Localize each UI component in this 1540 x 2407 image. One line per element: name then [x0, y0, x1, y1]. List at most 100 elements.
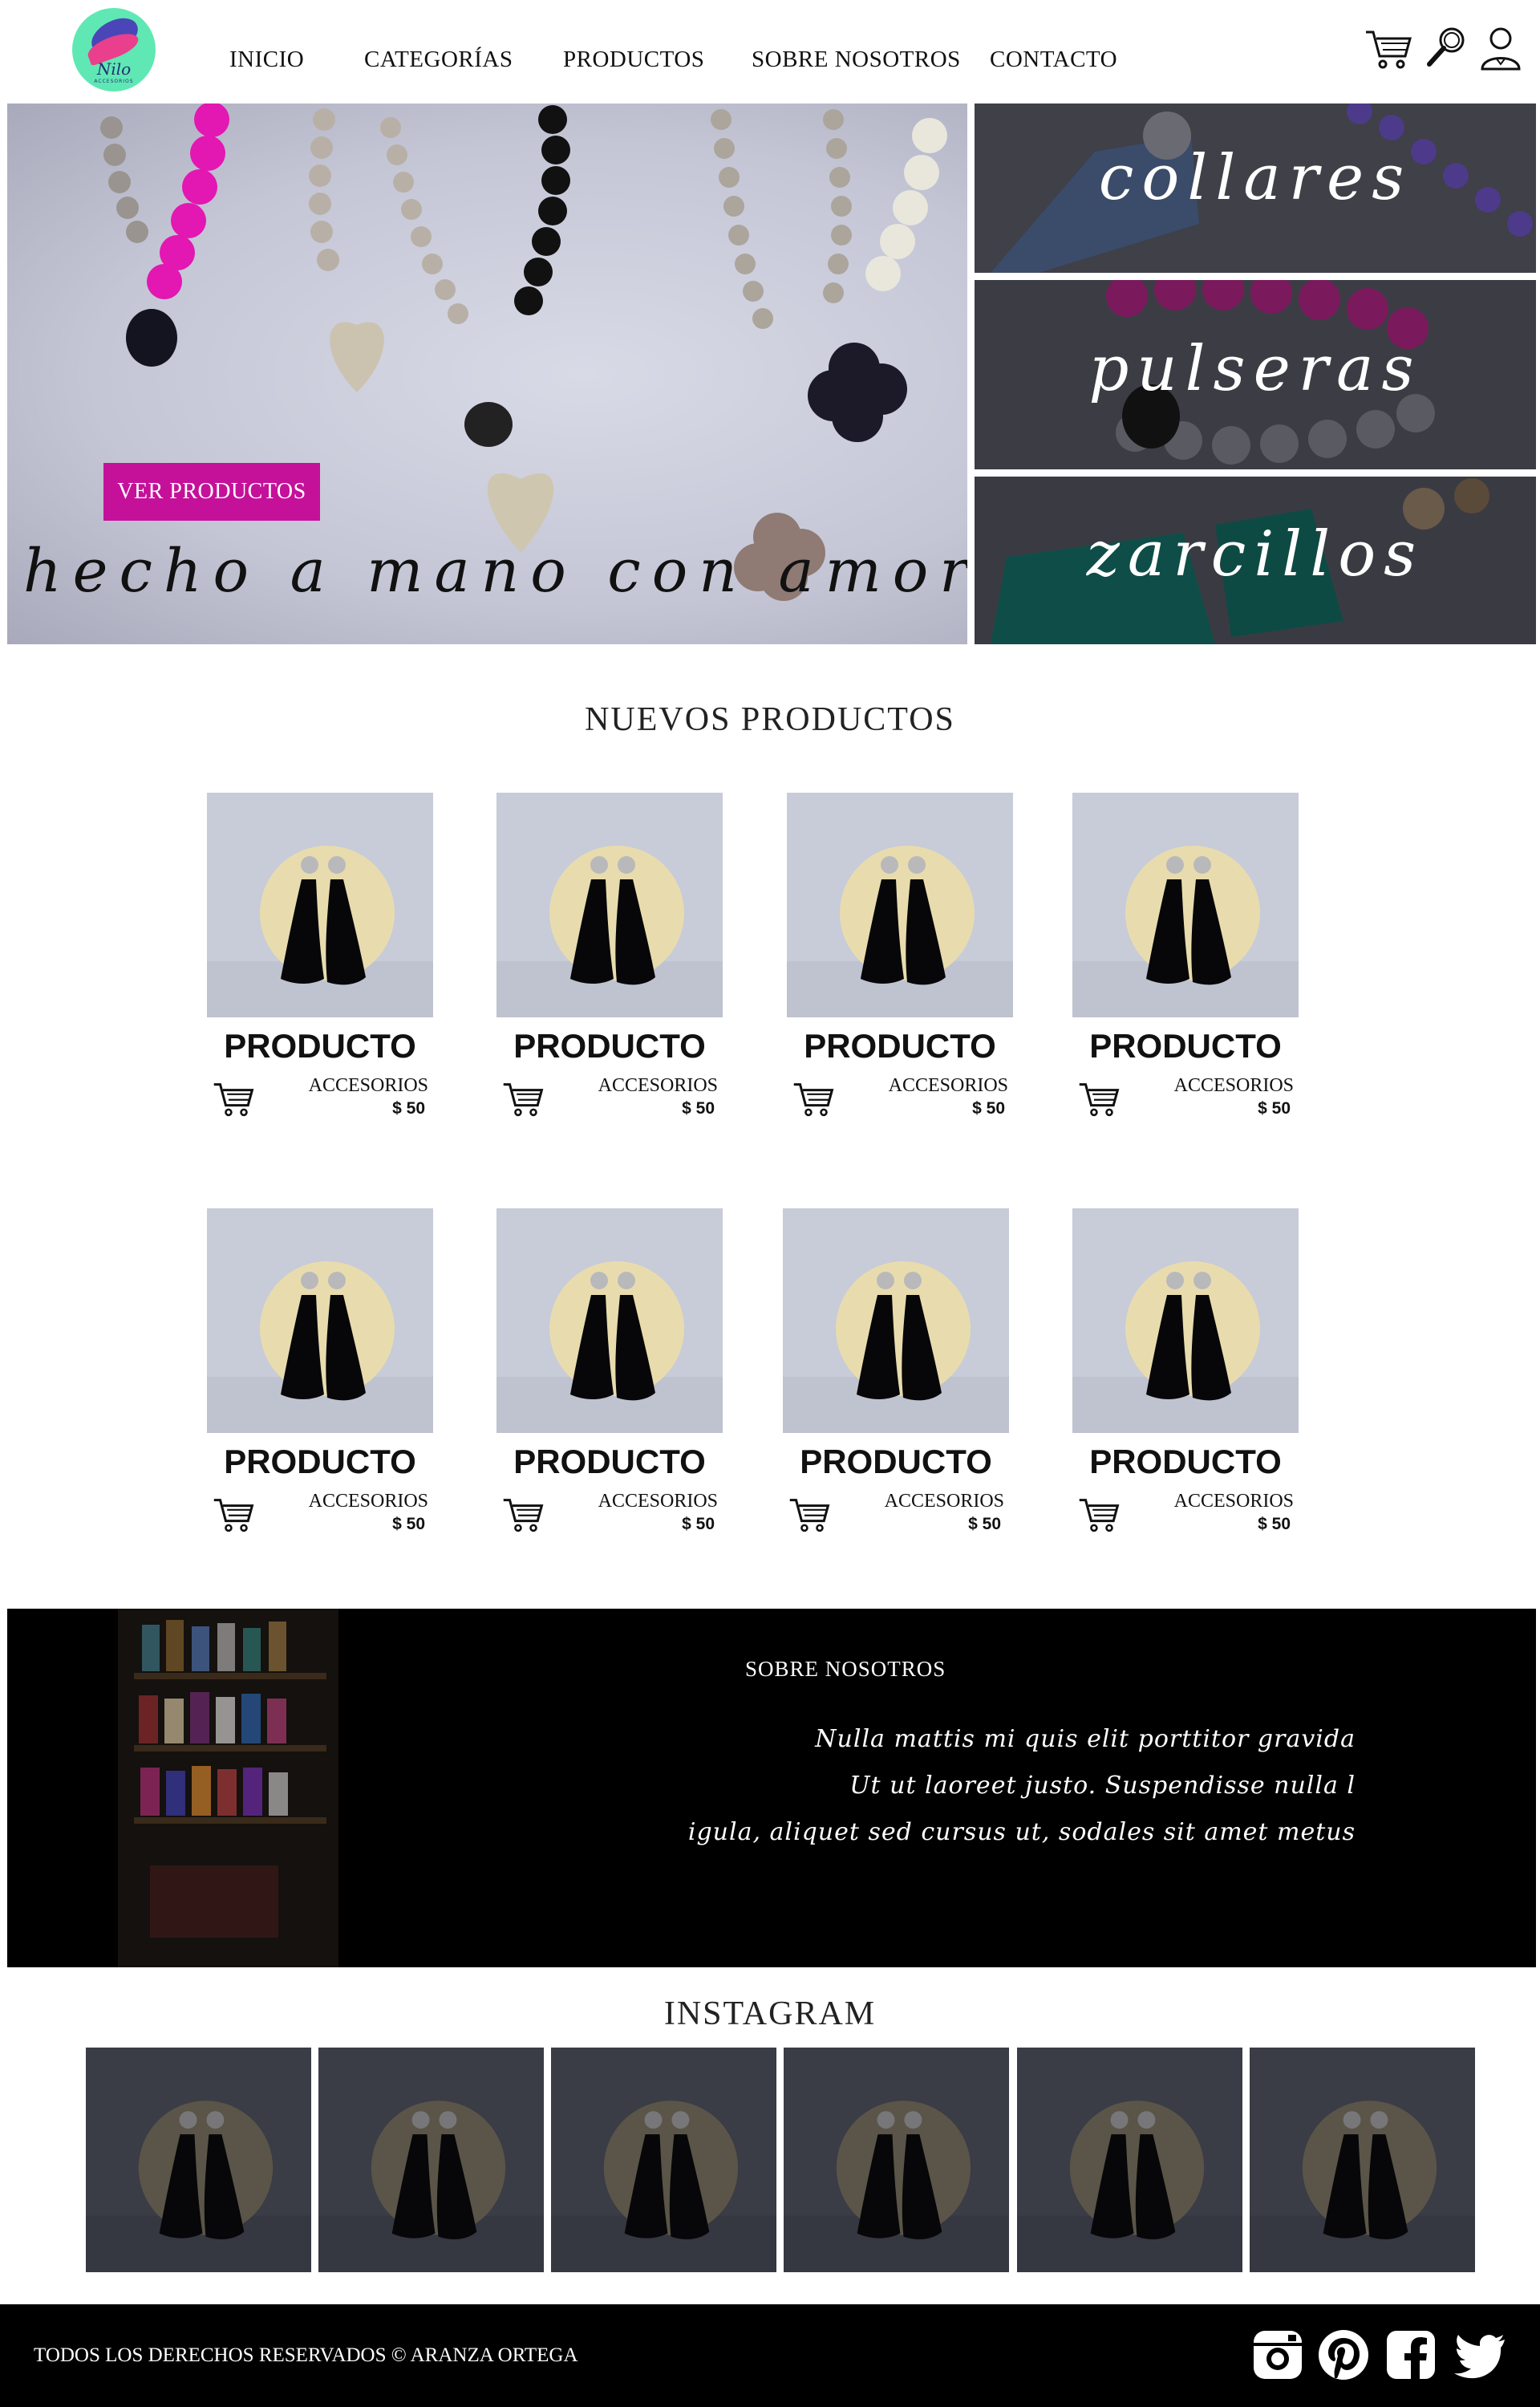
product-name: PRODUCTO [804, 1027, 996, 1065]
instagram-icon[interactable] [1251, 2328, 1304, 2381]
view-products-button[interactable]: VER PRODUCTOS [103, 463, 320, 521]
product-card[interactable]: PRODUCTO ACCESORIOS $ 50 [1072, 793, 1299, 1118]
instagram-post[interactable] [318, 2048, 544, 2272]
product-card[interactable]: PRODUCTO ACCESORIOS $ 50 [207, 793, 433, 1118]
logo-text: Nilo [96, 59, 132, 79]
product-name: PRODUCTO [800, 1443, 992, 1480]
hero-tagline: hecho a mano con amor [23, 537, 967, 606]
product-price: $ 50 [972, 1099, 1005, 1118]
add-to-cart-icon[interactable] [210, 1078, 257, 1119]
product-photo [784, 2048, 1009, 2272]
product-price: $ 50 [392, 1099, 425, 1118]
product-photo [551, 2048, 776, 2272]
category-pulseras[interactable]: pulseras [975, 280, 1536, 469]
product-card[interactable]: PRODUCTO ACCESORIOS $ 50 [1072, 1208, 1299, 1533]
add-to-cart-icon[interactable] [790, 1078, 837, 1119]
about-text-line: Nulla mattis mi quis elit porttitor grav… [815, 1725, 1356, 1753]
search-icon[interactable] [1421, 24, 1471, 72]
nav-categorias[interactable]: CATEGORÍAS [364, 47, 513, 73]
product-category: ACCESORIOS [598, 1491, 718, 1512]
product-name: PRODUCTO [1089, 1027, 1282, 1065]
add-to-cart-icon[interactable] [1076, 1493, 1122, 1535]
about-text-line: Ut ut laoreet justo. Suspendisse nulla l [849, 1772, 1356, 1800]
nav-sobre-nosotros[interactable]: SOBRE NOSOTROS [752, 47, 961, 73]
hero-banner: VER PRODUCTOS hecho a mano con amor [7, 104, 967, 644]
product-photo [207, 1208, 433, 1433]
product-price: $ 50 [392, 1515, 425, 1533]
facebook-icon[interactable] [1384, 2328, 1437, 2381]
product-category: ACCESORIOS [1173, 1075, 1294, 1096]
product-photo [86, 2048, 311, 2272]
product-photo [496, 1208, 723, 1433]
instagram-title: INSTAGRAM [663, 1995, 877, 2032]
add-to-cart-icon[interactable] [786, 1493, 833, 1535]
product-price: $ 50 [1258, 1099, 1291, 1118]
product-price: $ 50 [1258, 1515, 1291, 1533]
category-zarcillos[interactable]: zarcillos [975, 477, 1536, 644]
product-category: ACCESORIOS [308, 1075, 428, 1096]
copyright-text: TODOS LOS DERECHOS RESERVADOS © ARANZA O… [34, 2344, 578, 2366]
product-name: PRODUCTO [224, 1027, 416, 1065]
product-card[interactable]: PRODUCTO ACCESORIOS $ 50 [207, 1208, 433, 1533]
product-photo [318, 2048, 544, 2272]
product-photo [1017, 2048, 1242, 2272]
product-card[interactable]: PRODUCTO ACCESORIOS $ 50 [787, 793, 1013, 1118]
product-price: $ 50 [682, 1515, 715, 1533]
product-category: ACCESORIOS [598, 1075, 718, 1096]
instagram-post[interactable] [86, 2048, 311, 2272]
site-header: Nilo ACCESORIOS INICIO CATEGORÍAS PRODUC… [0, 0, 1540, 103]
instagram-post[interactable] [1017, 2048, 1242, 2272]
add-to-cart-icon[interactable] [500, 1493, 546, 1535]
site-footer: TODOS LOS DERECHOS RESERVADOS © ARANZA O… [0, 2304, 1540, 2407]
product-image[interactable] [207, 1208, 433, 1433]
nav-inicio[interactable]: INICIO [229, 47, 304, 73]
new-products-title: NUEVOS PRODUCTOS [585, 701, 955, 738]
product-name: PRODUCTO [224, 1443, 416, 1480]
product-category: ACCESORIOS [308, 1491, 428, 1512]
brand-logo[interactable]: Nilo ACCESORIOS [72, 8, 156, 91]
pinterest-icon[interactable] [1317, 2328, 1370, 2381]
product-image[interactable] [496, 1208, 723, 1433]
product-photo [207, 793, 433, 1017]
product-card[interactable]: PRODUCTO ACCESORIOS $ 50 [783, 1208, 1009, 1533]
add-to-cart-icon[interactable] [210, 1493, 257, 1535]
about-title: SOBRE NOSOTROS [745, 1657, 946, 1681]
instagram-post[interactable] [551, 2048, 776, 2272]
product-category: ACCESORIOS [1173, 1491, 1294, 1512]
product-price: $ 50 [968, 1515, 1001, 1533]
product-photo [1250, 2048, 1475, 2272]
add-to-cart-icon[interactable] [500, 1078, 546, 1119]
about-section: SOBRE NOSOTROS Nulla mattis mi quis elit… [7, 1609, 1536, 1967]
instagram-post[interactable] [784, 2048, 1009, 2272]
product-image[interactable] [1072, 793, 1299, 1017]
about-text-line: igula, aliquet sed cursus ut, sodales si… [687, 1818, 1356, 1846]
user-icon[interactable] [1476, 24, 1526, 72]
thread-spools-photo [118, 1609, 338, 1967]
category-collares[interactable]: collares [975, 104, 1536, 273]
product-card[interactable]: PRODUCTO ACCESORIOS $ 50 [496, 793, 723, 1118]
product-photo [496, 793, 723, 1017]
twitter-icon[interactable] [1453, 2328, 1506, 2381]
product-image[interactable] [207, 793, 433, 1017]
add-to-cart-icon[interactable] [1076, 1078, 1122, 1119]
product-name: PRODUCTO [513, 1443, 706, 1480]
product-image[interactable] [787, 793, 1013, 1017]
cart-icon[interactable] [1364, 24, 1413, 72]
product-photo [1072, 793, 1299, 1017]
product-photo [787, 793, 1013, 1017]
product-category: ACCESORIOS [884, 1491, 1004, 1512]
product-image[interactable] [496, 793, 723, 1017]
product-name: PRODUCTO [513, 1027, 706, 1065]
instagram-post[interactable] [1250, 2048, 1475, 2272]
product-category: ACCESORIOS [888, 1075, 1008, 1096]
category-label: zarcillos [1086, 518, 1424, 591]
nav-productos[interactable]: PRODUCTOS [563, 47, 704, 73]
product-photo [783, 1208, 1009, 1433]
product-image[interactable] [783, 1208, 1009, 1433]
category-label: collares [1098, 142, 1412, 214]
product-image[interactable] [1072, 1208, 1299, 1433]
product-card[interactable]: PRODUCTO ACCESORIOS $ 50 [496, 1208, 723, 1533]
category-label: pulseras [1088, 333, 1422, 405]
logo-subtext: ACCESORIOS [94, 79, 134, 84]
nav-contacto[interactable]: CONTACTO [990, 47, 1117, 73]
